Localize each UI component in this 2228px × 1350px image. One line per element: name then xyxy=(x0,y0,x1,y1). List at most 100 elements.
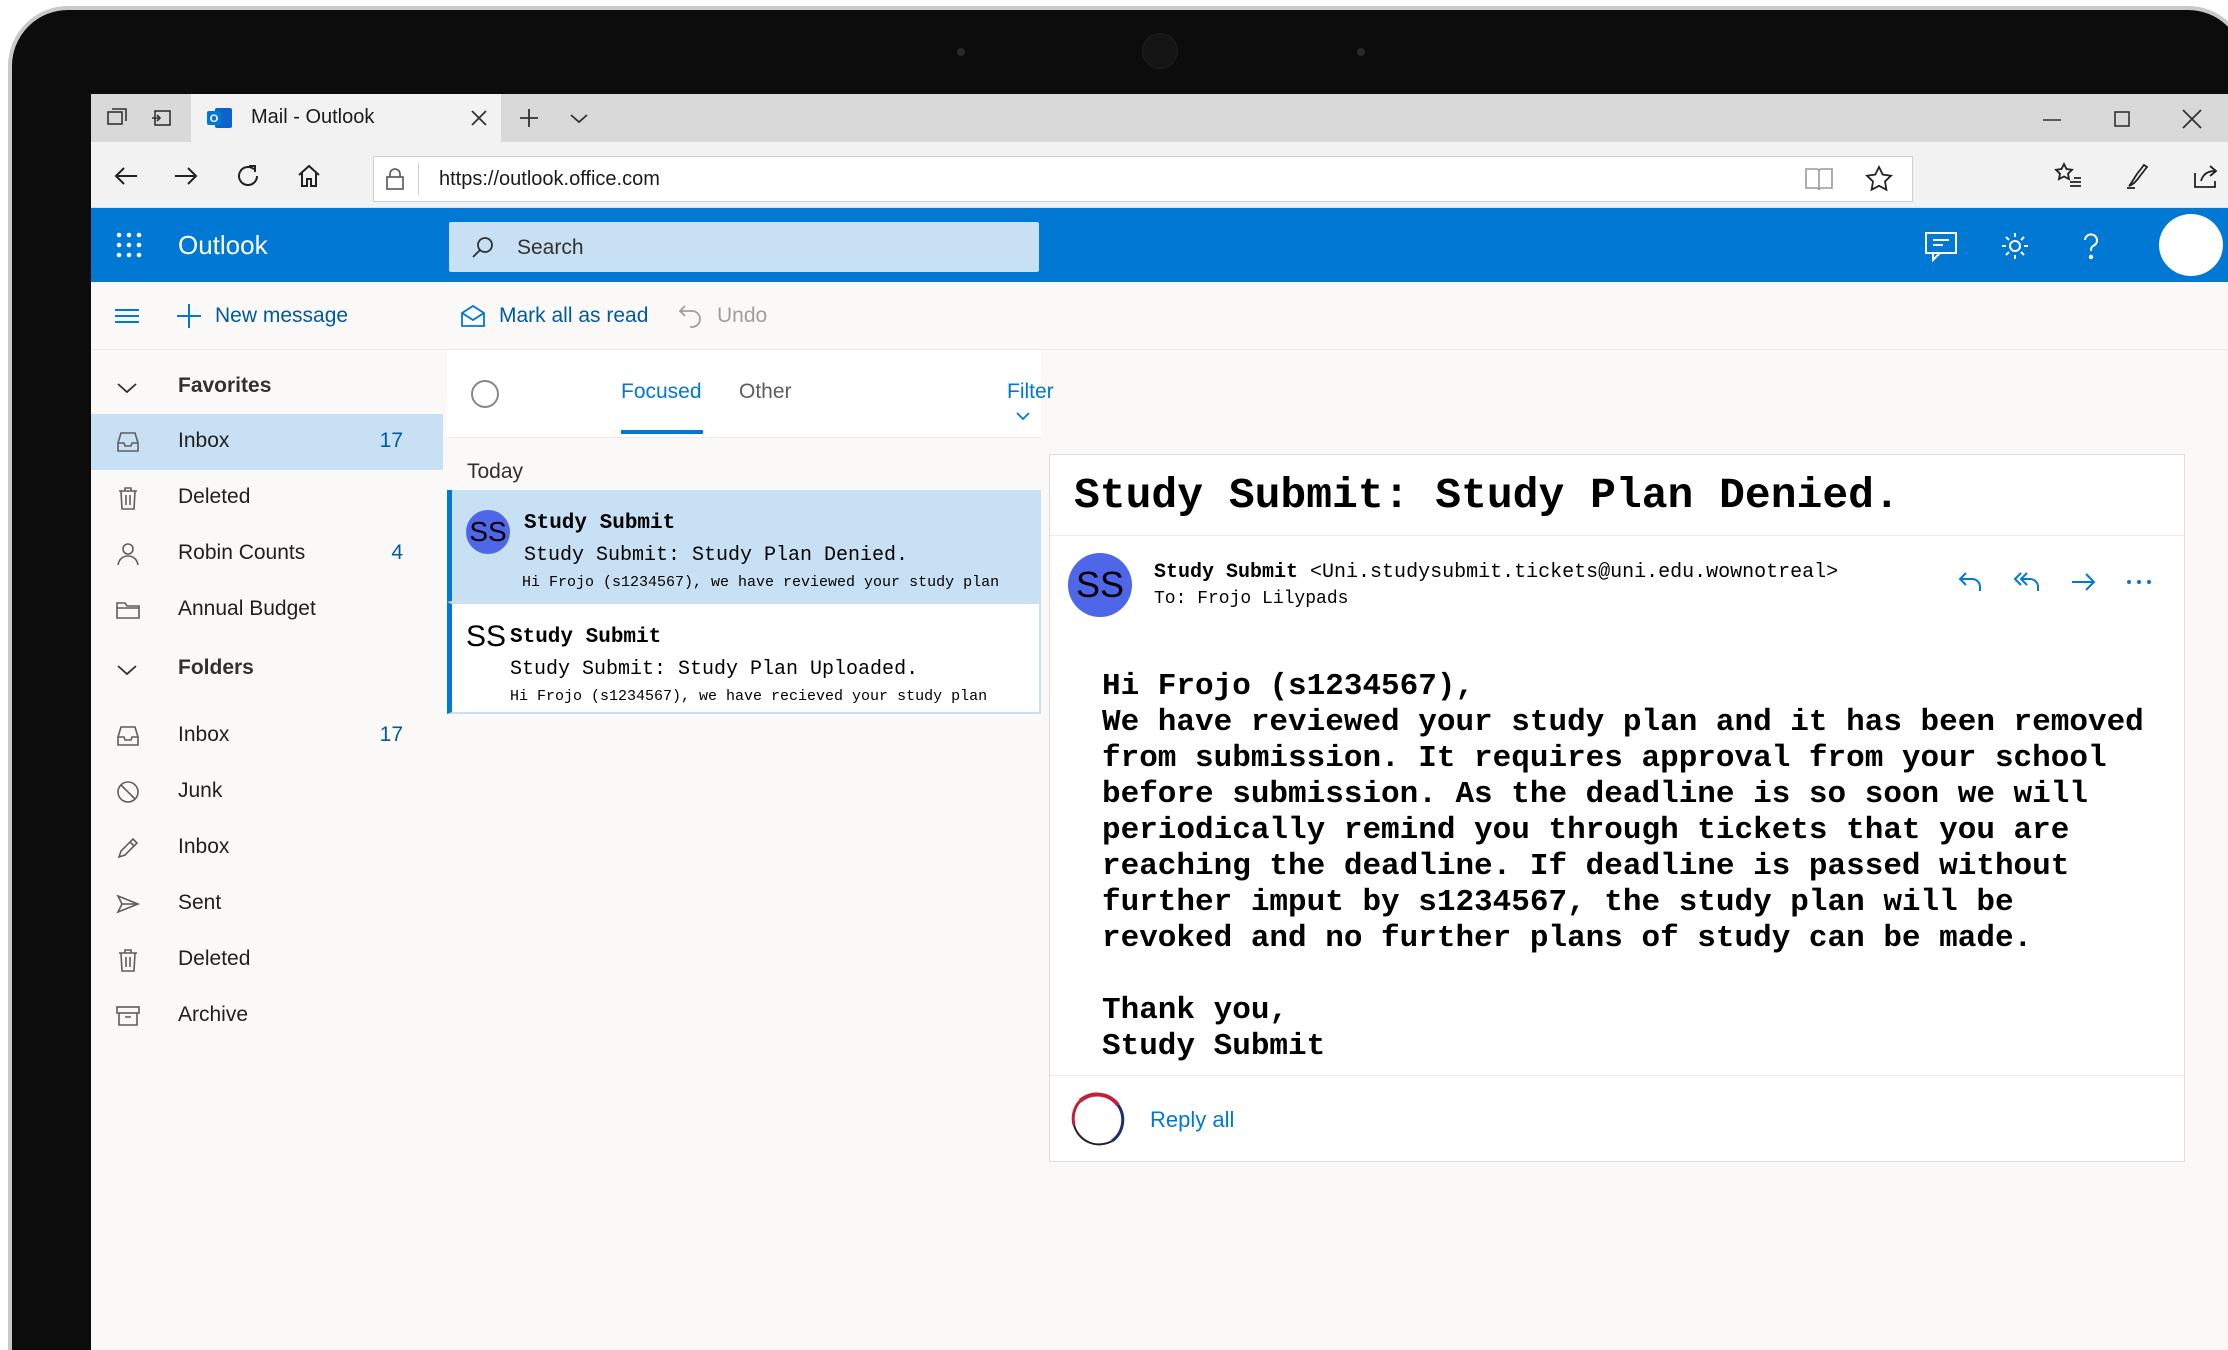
folder-item-deleted[interactable]: Deleted xyxy=(91,932,443,988)
person-icon xyxy=(115,541,141,567)
maximize-icon[interactable] xyxy=(2109,106,2135,132)
refresh-icon[interactable] xyxy=(233,161,263,191)
sender-email: <Uni.studysubmit.tickets@uni.edu.wownotr… xyxy=(1310,561,1839,584)
select-all-checkbox[interactable] xyxy=(471,380,499,408)
star-icon[interactable] xyxy=(1864,164,1894,194)
message-list: Focused Other Filter Today SS Study Subm… xyxy=(447,350,1054,1350)
folders-label: Folders xyxy=(178,656,254,679)
favorites-section-header[interactable]: Favorites xyxy=(91,360,443,414)
app-name[interactable]: Outlook xyxy=(178,230,268,261)
settings-gear-icon[interactable] xyxy=(1997,230,2033,262)
email-subject: Study Submit: Study Plan Denied. xyxy=(1074,471,1900,520)
folder-item-deleted-favorite[interactable]: Deleted xyxy=(91,470,443,526)
undo-icon xyxy=(677,302,705,330)
folder-label: Annual Budget xyxy=(178,597,316,620)
pen-icon[interactable] xyxy=(2123,161,2153,191)
reading-pane: Study Submit: Study Plan Denied. SS Stud… xyxy=(1049,454,2185,1162)
close-window-icon[interactable] xyxy=(2179,106,2205,132)
tab-focused[interactable]: Focused xyxy=(621,380,702,404)
tab-mail-outlook[interactable]: O Mail - Outlook xyxy=(191,94,501,142)
browser-titlebar: O Mail - Outlook xyxy=(91,94,2228,142)
folders-section-header[interactable]: Folders xyxy=(91,642,443,696)
tab-other[interactable]: Other xyxy=(739,380,792,404)
close-tab-icon[interactable] xyxy=(469,108,489,128)
webcam xyxy=(1142,33,1178,69)
message-sender: Study Submit xyxy=(524,512,676,535)
app-launcher-icon[interactable] xyxy=(115,231,143,259)
folder-item-inbox-favorite[interactable]: Inbox 17 xyxy=(91,414,443,470)
back-arrow-icon[interactable] xyxy=(111,161,141,191)
message-list-item[interactable]: SS Study Submit Study Submit: Study Plan… xyxy=(447,490,1041,602)
chevron-down-icon xyxy=(115,658,139,682)
divider xyxy=(1050,1075,2184,1076)
reading-view-icon[interactable] xyxy=(1804,166,1834,192)
folder-label: Deleted xyxy=(178,485,251,508)
block-icon xyxy=(115,779,141,805)
minimize-icon[interactable] xyxy=(2039,106,2065,132)
sensor-dot xyxy=(1357,48,1365,56)
reply-all-icon[interactable] xyxy=(2012,567,2042,597)
command-bar: New message Mark all as read Undo xyxy=(91,282,2228,350)
mark-all-read-button[interactable]: Mark all as read xyxy=(499,304,648,328)
chevron-down-icon[interactable] xyxy=(567,106,591,130)
folder-item-robin-counts[interactable]: Robin Counts 4 xyxy=(91,526,443,582)
forward-icon[interactable] xyxy=(2068,567,2098,597)
email-body: Hi Frojo (s1234567), We have reviewed yo… xyxy=(1102,669,2144,1064)
new-tab-icon[interactable] xyxy=(517,106,541,130)
folder-item-archive[interactable]: Archive xyxy=(91,988,443,1044)
help-icon[interactable] xyxy=(2073,230,2109,262)
undo-button[interactable]: Undo xyxy=(717,304,767,328)
more-actions-icon[interactable] xyxy=(2124,567,2154,597)
screen: O Mail - Outlook https://outlook.office.… xyxy=(91,94,2228,1350)
folder-pane: Favorites Inbox 17 Deleted Robin Counts … xyxy=(91,350,443,1350)
sender-name: Study Submit xyxy=(1154,561,1299,584)
folder-item-drafts[interactable]: Inbox xyxy=(91,820,443,876)
group-header-today: Today xyxy=(467,460,524,483)
tab-preview-icon[interactable] xyxy=(149,106,173,130)
hamburger-menu-icon[interactable] xyxy=(113,302,141,330)
search-input[interactable]: Search xyxy=(449,222,1039,272)
folder-label: Robin Counts xyxy=(178,541,306,564)
folder-icon xyxy=(115,597,141,623)
message-subject: Study Submit: Study Plan Uploaded. xyxy=(510,658,919,681)
chevron-down-icon xyxy=(1016,412,1030,421)
home-icon[interactable] xyxy=(294,161,324,191)
lock-icon xyxy=(384,167,406,191)
search-icon xyxy=(471,235,495,259)
favorites-list-icon[interactable] xyxy=(2053,161,2083,191)
trash-icon xyxy=(115,947,141,973)
account-avatar[interactable] xyxy=(2159,214,2223,276)
sender-avatar: SS xyxy=(466,510,510,554)
favorites-label: Favorites xyxy=(178,374,272,397)
folder-item-inbox[interactable]: Inbox 17 xyxy=(91,708,443,764)
folder-label: Inbox xyxy=(178,723,230,746)
envelope-open-icon xyxy=(459,302,487,330)
plus-icon xyxy=(175,302,203,330)
filter-button[interactable]: Filter xyxy=(1007,380,1054,428)
message-list-item[interactable]: SS Study Submit Study Submit: Study Plan… xyxy=(447,602,1041,714)
folder-label: Junk xyxy=(178,779,223,802)
send-icon xyxy=(115,891,141,917)
url-divider xyxy=(418,163,419,195)
reply-icon[interactable] xyxy=(1956,567,1986,597)
unread-count: 17 xyxy=(379,429,403,452)
folder-label: Deleted xyxy=(178,947,251,970)
folder-item-sent[interactable]: Sent xyxy=(91,876,443,932)
tab-focused-underline xyxy=(621,430,703,434)
tab-set-aside-icon[interactable] xyxy=(105,106,129,130)
inbox-icon xyxy=(115,723,141,749)
divider xyxy=(1050,535,2184,536)
outlook-favicon-icon: O xyxy=(207,106,233,130)
tab-title: Mail - Outlook xyxy=(251,106,375,128)
folder-label: Archive xyxy=(178,1003,249,1026)
new-message-button[interactable]: New message xyxy=(215,304,348,328)
folder-item-junk[interactable]: Junk xyxy=(91,764,443,820)
unread-count: 4 xyxy=(391,541,403,564)
folder-label: Sent xyxy=(178,891,222,914)
chevron-down-icon xyxy=(115,376,139,400)
share-icon[interactable] xyxy=(2191,161,2221,191)
forward-arrow-icon[interactable] xyxy=(171,161,201,191)
reply-all-button[interactable]: Reply all xyxy=(1150,1107,1234,1133)
feedback-icon[interactable] xyxy=(1923,230,1959,262)
folder-item-annual-budget[interactable]: Annual Budget xyxy=(91,582,443,638)
